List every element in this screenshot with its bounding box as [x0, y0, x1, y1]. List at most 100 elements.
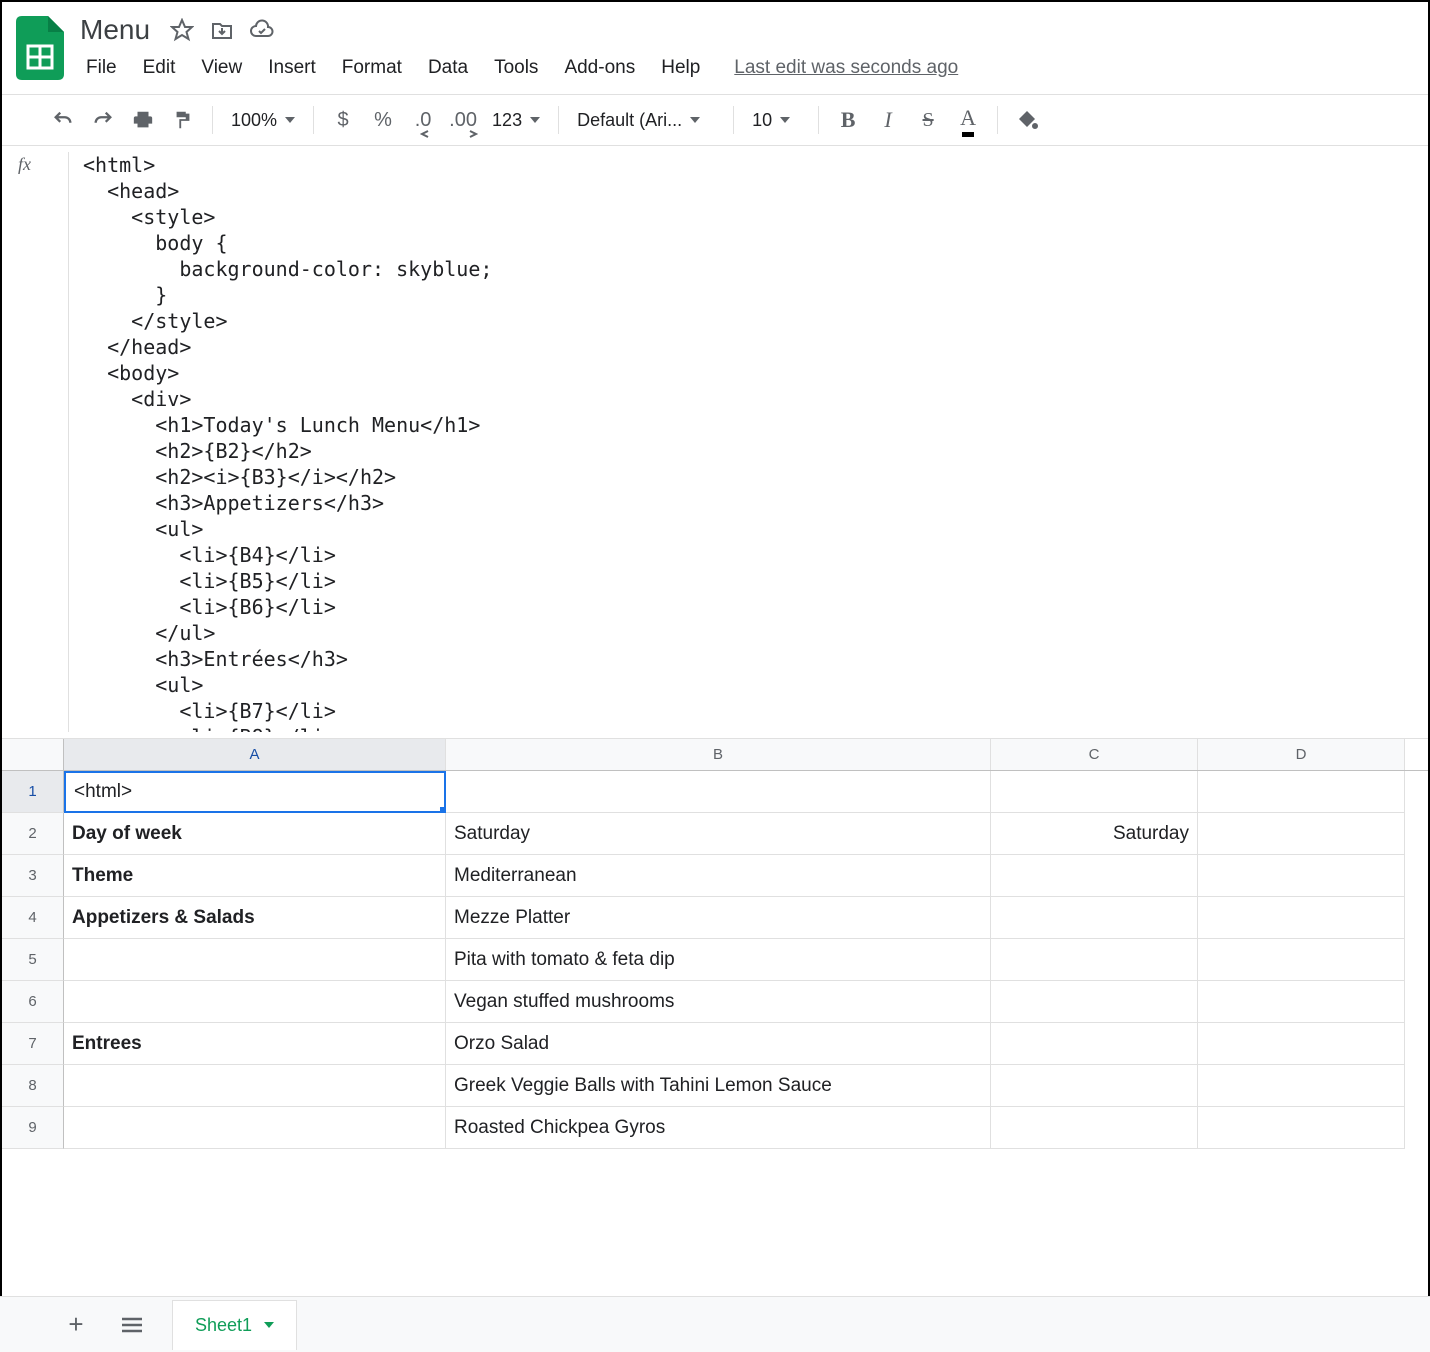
cell[interactable] [991, 771, 1198, 813]
row-header[interactable]: 1 [2, 771, 64, 813]
col-header-B[interactable]: B [446, 739, 991, 770]
add-sheet-button[interactable]: + [60, 1309, 92, 1341]
cell[interactable]: Vegan stuffed mushrooms [446, 981, 991, 1023]
cell[interactable] [1198, 813, 1405, 855]
row-header[interactable]: 2 [2, 813, 64, 855]
row-header[interactable]: 4 [2, 897, 64, 939]
menu-data[interactable]: Data [416, 53, 480, 83]
col-header-D[interactable]: D [1198, 739, 1405, 770]
cell[interactable]: Orzo Salad [446, 1023, 991, 1065]
select-all-corner[interactable] [2, 739, 64, 770]
undo-button[interactable] [46, 103, 80, 137]
row-header[interactable]: 5 [2, 939, 64, 981]
menu-file[interactable]: File [74, 53, 129, 83]
cell[interactable]: Mezze Platter [446, 897, 991, 939]
cell[interactable]: Saturday [991, 813, 1198, 855]
percent-button[interactable]: % [366, 103, 400, 137]
menu-addons[interactable]: Add-ons [552, 53, 647, 83]
cell[interactable]: Saturday [446, 813, 991, 855]
chevron-down-icon [690, 117, 700, 123]
cell[interactable] [64, 1065, 446, 1107]
cell[interactable]: Appetizers & Salads [64, 897, 446, 939]
toolbar-sep [212, 106, 213, 134]
cell[interactable] [1198, 939, 1405, 981]
table-row: 6 Vegan stuffed mushrooms [2, 981, 1428, 1023]
cell[interactable]: Mediterranean [446, 855, 991, 897]
text-color-button[interactable]: A [951, 103, 985, 137]
cell[interactable] [64, 939, 446, 981]
formula-input[interactable]: <html> <head> <style> body { background-… [83, 152, 1418, 732]
formula-bar: fx <html> <head> <style> body { backgrou… [2, 146, 1428, 739]
cell[interactable]: Entrees [64, 1023, 446, 1065]
fx-label: fx [18, 152, 68, 175]
cell[interactable] [1198, 897, 1405, 939]
font-selector[interactable]: Default (Ari... [571, 110, 721, 131]
sheet-tab-active[interactable]: Sheet1 [172, 1300, 297, 1350]
menu-insert[interactable]: Insert [256, 53, 328, 83]
toolbar-sep [313, 106, 314, 134]
strikethrough-button[interactable]: S [911, 103, 945, 137]
chevron-down-icon [285, 117, 295, 123]
redo-button[interactable] [86, 103, 120, 137]
number-format-selector[interactable]: 123 [486, 110, 546, 131]
cell[interactable] [446, 771, 991, 813]
cell[interactable] [64, 981, 446, 1023]
sheets-logo[interactable] [12, 12, 68, 84]
cell[interactable] [991, 1107, 1198, 1149]
all-sheets-button[interactable] [116, 1309, 148, 1341]
cell[interactable] [1198, 1023, 1405, 1065]
cell[interactable] [991, 897, 1198, 939]
bold-button[interactable]: B [831, 103, 865, 137]
menu-format[interactable]: Format [330, 53, 414, 83]
font-size-selector[interactable]: 10 [746, 110, 806, 131]
fx-sep [68, 152, 69, 732]
decrease-decimal-button[interactable]: .0 [406, 103, 440, 137]
cell[interactable] [1198, 771, 1405, 813]
star-icon[interactable] [168, 16, 196, 44]
cell[interactable] [1198, 1107, 1405, 1149]
menu-tools[interactable]: Tools [482, 53, 550, 83]
header-right: Menu File Edit View Insert Format Data T… [74, 12, 1428, 86]
print-button[interactable] [126, 103, 160, 137]
cell[interactable] [64, 1107, 446, 1149]
fill-color-button[interactable] [1010, 103, 1044, 137]
column-headers: A B C D [2, 739, 1428, 771]
zoom-selector[interactable]: 100% [225, 110, 301, 131]
cell[interactable]: Theme [64, 855, 446, 897]
row-header[interactable]: 3 [2, 855, 64, 897]
cell[interactable] [991, 855, 1198, 897]
table-row: 4Appetizers & SaladsMezze Platter [2, 897, 1428, 939]
row-header[interactable]: 6 [2, 981, 64, 1023]
col-header-A[interactable]: A [64, 739, 446, 770]
cell[interactable]: Day of week [64, 813, 446, 855]
doc-title[interactable]: Menu [74, 12, 156, 48]
cell[interactable]: Pita with tomato & feta dip [446, 939, 991, 981]
row-header[interactable]: 9 [2, 1107, 64, 1149]
increase-decimal-button[interactable]: .00 [446, 103, 480, 137]
col-header-C[interactable]: C [991, 739, 1198, 770]
cell[interactable] [991, 939, 1198, 981]
cell[interactable] [1198, 1065, 1405, 1107]
cell[interactable] [1198, 981, 1405, 1023]
cell[interactable] [991, 1023, 1198, 1065]
cell[interactable] [991, 1065, 1198, 1107]
paint-format-button[interactable] [166, 103, 200, 137]
menu-edit[interactable]: Edit [131, 53, 188, 83]
chevron-down-icon [264, 1322, 274, 1328]
italic-button[interactable]: I [871, 103, 905, 137]
menu-help[interactable]: Help [649, 53, 712, 83]
last-edit-link[interactable]: Last edit was seconds ago [734, 57, 958, 79]
cell[interactable]: Roasted Chickpea Gyros [446, 1107, 991, 1149]
row-header[interactable]: 7 [2, 1023, 64, 1065]
spreadsheet-grid: A B C D 1<html>2Day of weekSaturdaySatur… [2, 739, 1428, 1149]
table-row: 7EntreesOrzo Salad [2, 1023, 1428, 1065]
cell[interactable] [991, 981, 1198, 1023]
cloud-icon[interactable] [248, 16, 276, 44]
move-icon[interactable] [208, 16, 236, 44]
cell[interactable]: <html> [64, 771, 446, 813]
menu-view[interactable]: View [189, 53, 254, 83]
cell[interactable]: Greek Veggie Balls with Tahini Lemon Sau… [446, 1065, 991, 1107]
cell[interactable] [1198, 855, 1405, 897]
row-header[interactable]: 8 [2, 1065, 64, 1107]
currency-button[interactable]: $ [326, 103, 360, 137]
